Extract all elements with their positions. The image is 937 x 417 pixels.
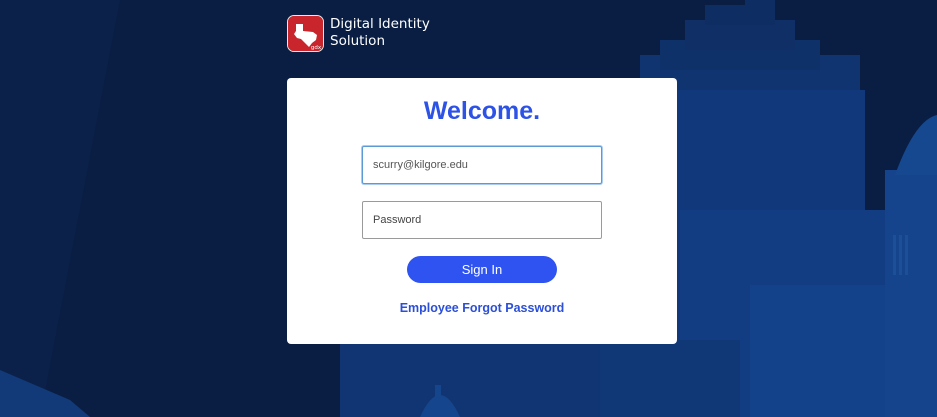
- welcome-title: Welcome.: [423, 97, 541, 125]
- forgot-password-link[interactable]: Employee Forgot Password: [287, 301, 677, 315]
- brand-title-line2: Solution: [330, 33, 385, 49]
- texas-state-logo-icon: gdx: [287, 15, 324, 52]
- password-input[interactable]: [362, 201, 602, 239]
- username-input[interactable]: [362, 146, 602, 184]
- logo-text: gdx: [311, 45, 322, 51]
- sign-in-button[interactable]: Sign In: [407, 256, 557, 283]
- brand-title: Digital Identity Solution: [330, 16, 430, 50]
- brand-title-line1: Digital Identity: [330, 16, 430, 32]
- brand-header: gdx Digital Identity Solution: [287, 15, 430, 52]
- login-card: Welcome. Sign In Employee Forgot Passwor…: [287, 78, 677, 344]
